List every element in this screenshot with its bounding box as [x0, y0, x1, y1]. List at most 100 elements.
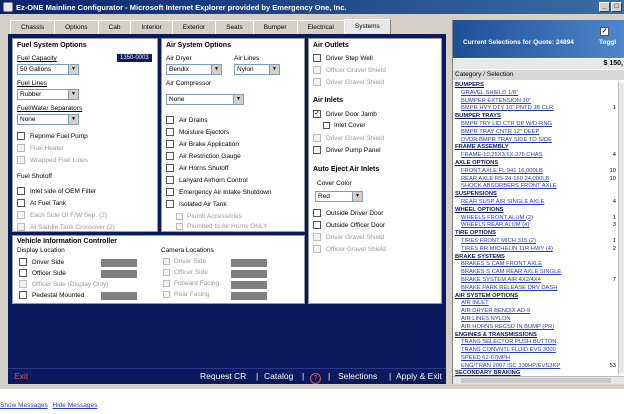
- emergency-intake-shutdown-checkbox[interactable]: Emergency Air Intake Shutdown: [166, 188, 272, 196]
- outlet-driver-gravel-checkbox[interactable]: Driver Gravel Shield: [313, 78, 384, 86]
- air-brake-application-checkbox[interactable]: Air Brake Application: [166, 140, 239, 148]
- catalog-button[interactable]: Catalog: [264, 371, 293, 381]
- camera-rear-checkbox[interactable]: Rear Facing: [163, 291, 209, 298]
- selection-item[interactable]: REAR AXLE RS-24-160 24,000LB 10: [453, 176, 618, 184]
- each-side-fw-sep-checkbox[interactable]: Each Side Of F/W Sep. (2): [17, 211, 107, 219]
- inlet-driver-pump-panel-checkbox[interactable]: Driver Pump Panel: [313, 146, 381, 154]
- lanyard-airhorn-checkbox[interactable]: Lanyard Airhorn Control: [166, 176, 248, 184]
- air-dryer-select[interactable]: Bendix ▼: [166, 64, 222, 75]
- selection-item[interactable]: BRAKES S CAM REAR AXLE SINGLE: [453, 269, 618, 277]
- scroll-thumb[interactable]: [461, 378, 611, 383]
- inlet-cover-checkbox[interactable]: Inlet Cover: [323, 122, 365, 129]
- selection-item[interactable]: BMPR TRY LID CTR DP W/D-RNG: [453, 121, 618, 129]
- request-cr-button[interactable]: Request CR: [200, 371, 246, 381]
- pedestal-mounted-checkbox[interactable]: Pedestal Mounted: [19, 291, 84, 299]
- hide-messages-link[interactable]: Hide Messages: [53, 402, 98, 409]
- selection-item[interactable]: BMPR HVY DTY 10" PNTD JB CLR 1: [453, 105, 618, 113]
- tab-systems[interactable]: Systems: [343, 19, 391, 34]
- selection-item[interactable]: BUMPER EXTENSION 20": [453, 98, 618, 106]
- tab-interior[interactable]: Interior: [130, 20, 173, 34]
- selection-category: TIRE OPTIONS: [455, 230, 496, 237]
- maximize-button[interactable]: □: [611, 2, 622, 12]
- saddle-tank-crossover-checkbox[interactable]: At Saddle Tank Crossover (2): [17, 223, 115, 231]
- show-messages-link[interactable]: Show Messages: [0, 402, 48, 409]
- outlet-driver-step-well-checkbox[interactable]: Driver Step Well: [313, 54, 373, 62]
- eject-officer-gravel-checkbox[interactable]: Officer Gravel Shield: [313, 245, 386, 253]
- air-inlets-heading: Air Inlets: [313, 97, 343, 104]
- selection-item[interactable]: WHEELS REAR ALUM (4) 3: [453, 222, 618, 230]
- selection-item[interactable]: TIRES RR MICHELIN 11R HWY (4) 2: [453, 246, 618, 254]
- vertical-scrollbar[interactable]: [618, 82, 624, 374]
- air-drains-checkbox[interactable]: Air Drains: [166, 116, 208, 124]
- display-driver-side-checkbox[interactable]: Driver Side: [19, 258, 64, 266]
- selection-item[interactable]: GRAVEL SHIELD 1/8": [453, 90, 618, 98]
- outside-driver-door-checkbox[interactable]: Outside Driver Door: [313, 209, 383, 217]
- fuel-lines-select[interactable]: Rubber ▼: [17, 89, 79, 100]
- plumb-air-horns-only-checkbox[interactable]: Plumbed to Air Horns ONLY: [176, 223, 267, 230]
- horizontal-scrollbar[interactable]: [453, 376, 624, 384]
- selection-item[interactable]: AIR DRYER BENDIX AD-9: [453, 308, 618, 316]
- selection-item[interactable]: AIR HORNS RECSD IN BUMP (PR): [453, 324, 618, 332]
- tab-exterior[interactable]: Exterior: [171, 20, 217, 34]
- selection-item[interactable]: SPEED 62-67MPH: [453, 355, 618, 363]
- camera-driver-side-checkbox[interactable]: Driver Side: [163, 258, 206, 265]
- minimize-button[interactable]: _: [599, 2, 610, 12]
- toggle-checkbox[interactable]: ✓: [600, 27, 609, 36]
- air-restriction-gauge-checkbox[interactable]: Air Restriction Gauge: [166, 152, 241, 160]
- outlet-officer-gravel-checkbox[interactable]: Officer Gravel Shield: [313, 66, 386, 74]
- selection-item[interactable]: ENG/TRAN 2007 ISC 330HP/EVS3KP 53: [453, 363, 618, 371]
- camera-officer-side-checkbox[interactable]: Officer Side: [163, 269, 208, 276]
- tab-seats[interactable]: Seats: [215, 20, 254, 34]
- selections-header: Current Selections for Quote: 24894 ✓ To…: [453, 20, 624, 58]
- moisture-ejectors-checkbox[interactable]: Moisture Ejectors: [166, 128, 229, 136]
- tab-options[interactable]: Options: [54, 20, 99, 34]
- air-compressor-select[interactable]: None ▼: [166, 94, 244, 105]
- selection-item[interactable]: BMPR TRAY CNTR 12" DEEP: [453, 129, 618, 137]
- separator: |: [328, 371, 331, 381]
- reprime-fuel-pump-checkbox[interactable]: Reprime Fuel Pump: [17, 132, 88, 140]
- tab-electrical[interactable]: Electrical: [296, 20, 345, 34]
- inlet-driver-door-jamb-checkbox[interactable]: ✓ Driver Door Jamb: [313, 110, 377, 118]
- eject-driver-gravel-checkbox[interactable]: Driver Gravel Shield: [313, 233, 384, 241]
- selection-item[interactable]: BRAKES S CAM FRONT AXLE: [453, 261, 618, 269]
- selection-item[interactable]: TIRES FRONT MICH 315 (2) 1: [453, 238, 618, 246]
- ie-icon: [3, 2, 13, 12]
- inlet-driver-gravel-checkbox[interactable]: Driver Gravel Shield: [313, 134, 384, 142]
- fuel-capacity-select[interactable]: 50 Gallons ▼: [17, 64, 79, 75]
- selection-item[interactable]: FRONT AXLE FL 941 16,000LB 10: [453, 168, 618, 176]
- selections-title: Current Selections for Quote: 24894: [463, 39, 574, 46]
- air-horns-shutoff-checkbox[interactable]: Air Horns Shutoff: [166, 164, 228, 172]
- selection-item[interactable]: SHOCK ABSORBERS FRONT AXLE: [453, 183, 618, 191]
- apply-exit-button[interactable]: Apply & Exit: [396, 371, 442, 381]
- display-officer-only-checkbox[interactable]: Officer Side (Display Only): [19, 280, 108, 288]
- camera-forward-checkbox[interactable]: Forward Facing: [163, 280, 219, 287]
- selection-item[interactable]: AIR LINES NYLON: [453, 316, 618, 324]
- selections-button[interactable]: Selections: [338, 371, 377, 381]
- exit-button[interactable]: Exit: [14, 371, 28, 381]
- selection-item[interactable]: REAR SUSP AIR SINGLE AXLE 4: [453, 199, 618, 207]
- selection-item[interactable]: TRANS SELECTOR PUSH BUTTON: [453, 339, 618, 347]
- fuel-separators-select[interactable]: None ▼: [17, 114, 79, 125]
- selection-item[interactable]: DVDR BMPR TRAY SIDE TO SIDE: [453, 137, 618, 145]
- selection-item[interactable]: BRAKE PARK RELEASE DRV DASH: [453, 285, 618, 293]
- selection-item[interactable]: FRAME-10.25X3.5X.375 CHAS 4: [453, 152, 618, 160]
- inlet-oem-filter-checkbox[interactable]: Inlet side of OEM Filter: [17, 187, 96, 195]
- selection-item[interactable]: BRAKE SYSTEM AIR 4X2/4X4 7: [453, 277, 618, 285]
- fuel-heater-checkbox[interactable]: Fuel Heater: [17, 144, 64, 152]
- isolated-air-tank-checkbox[interactable]: Isolated Air Tank: [166, 200, 227, 208]
- display-officer-side-checkbox[interactable]: Officer Side: [19, 269, 66, 277]
- cover-color-select[interactable]: Red ▼: [315, 191, 363, 202]
- selection-item[interactable]: WHEELS FRONT ALUM (2) 1: [453, 215, 618, 223]
- wrapped-fuel-lines-checkbox[interactable]: Wrapped Fuel Lines: [17, 156, 88, 164]
- outside-officer-door-checkbox[interactable]: Outside Officer Door: [313, 221, 385, 229]
- air-lines-select[interactable]: Nylon ▼: [234, 64, 280, 75]
- tab-cab[interactable]: Cab: [97, 20, 132, 34]
- at-fuel-tank-checkbox[interactable]: At Fuel Tank: [17, 199, 66, 207]
- selection-category: SUSPENSIONS: [455, 191, 497, 198]
- plumb-accessories-checkbox[interactable]: Plumb Accessories: [176, 213, 242, 220]
- selection-item[interactable]: TRANS CONVNTL FLUID EVS 3000: [453, 347, 618, 355]
- fuel-lines-label: Fuel Lines: [17, 80, 47, 87]
- tab-bumper[interactable]: Bumper: [252, 20, 298, 34]
- selection-item[interactable]: AIR INLET: [453, 300, 618, 308]
- tab-chassis[interactable]: Chassis: [10, 20, 56, 34]
